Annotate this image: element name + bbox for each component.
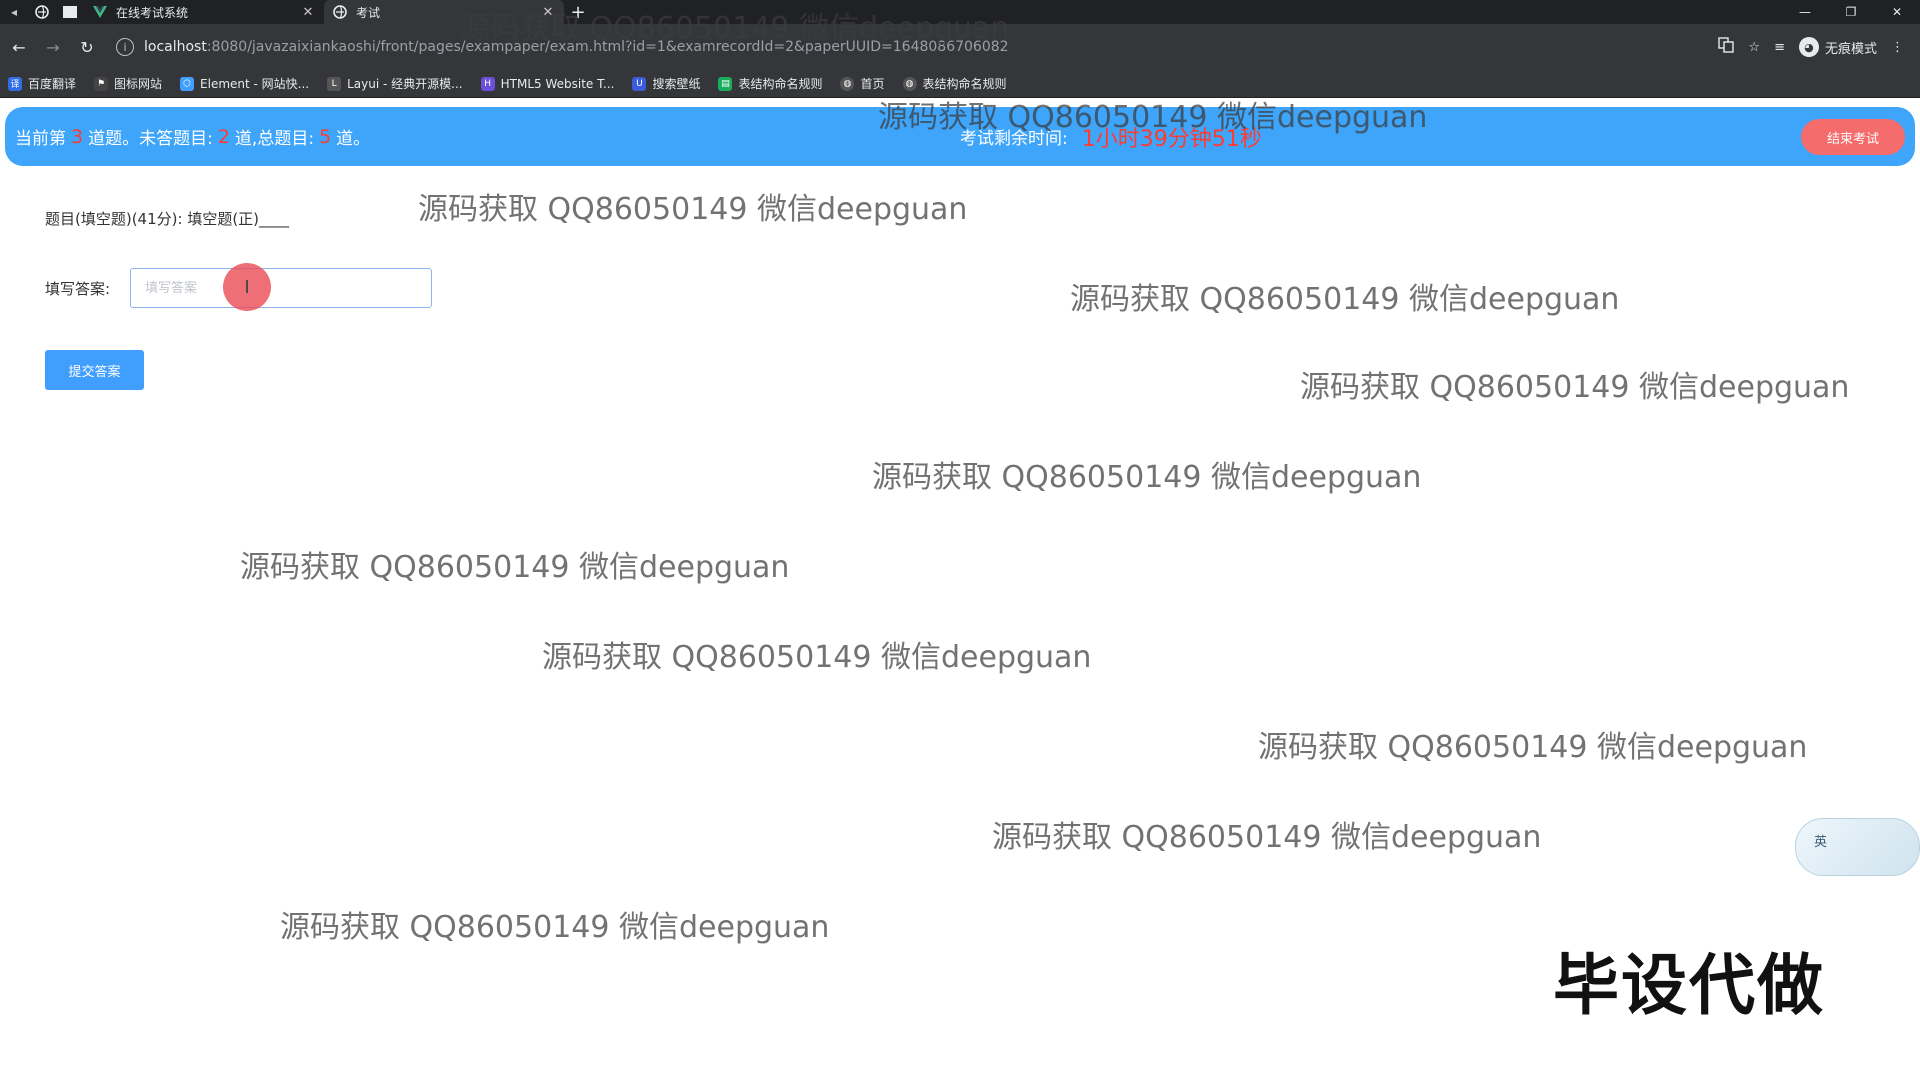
element-logo-icon: ⬡ [180,76,195,91]
submit-answer-button[interactable]: 提交答案 [45,350,144,390]
tab-audio-icon[interactable]: ◂ [0,0,28,24]
tab-label: 在线考试系统 [116,5,189,20]
watermark-text: 源码获取 QQ86050149 微信deepguan [240,550,790,585]
incognito-badge[interactable]: ◕ 无痕模式 [1798,37,1877,57]
watermark-text: 源码获取 QQ86050149 微信deepguan [460,11,1010,46]
close-window-icon[interactable]: ✕ [1874,0,1920,24]
watermark-text: 源码获取 QQ86050149 微信deepguan [1070,282,1620,317]
menu-kebab-icon[interactable]: ⋮ [1891,40,1904,55]
ime-floating-widget[interactable]: 英 [1795,818,1920,876]
cursor-highlight-icon: I [223,263,271,311]
layui-logo-icon: L [327,76,342,91]
back-button[interactable]: ← [4,32,34,62]
address-host: localhost [144,39,207,55]
unanswered-count: 2 [217,125,230,148]
bookmark-item[interactable]: L Layui - 经典开源模... [327,75,463,92]
watermark-text: 源码获取 QQ86050149 微信deepguan [418,192,968,227]
total-count: 5 [319,125,332,148]
answer-label: 填写答案: [45,279,111,298]
window-controls: — ❐ ✕ [1782,0,1920,24]
watermark-text: 源码获取 QQ86050149 微信deepguan [280,910,830,945]
watermark-text: 源码获取 QQ86050149 微信deepguan [878,100,1428,135]
sheet-icon: ▤ [718,76,733,91]
tab-window-icon[interactable] [56,0,84,24]
incognito-label: 无痕模式 [1824,41,1877,57]
question-title: 题目(填空题)(41分): 填空题(正)____ [45,210,290,228]
restore-icon[interactable]: ❐ [1828,0,1874,24]
flag-icon: ⚑ [94,76,109,91]
exam-progress: 当前第 3 道题。未答题目: 2 道,总题目: 5 道。 [15,124,371,150]
tab-online-exam[interactable]: 在线考试系统 ✕ [84,0,324,24]
bookmark-item[interactable]: ⚑ 图标网站 [94,75,162,92]
promo-stamp-text: 毕设代做 [1553,947,1825,1024]
site-info-icon[interactable]: i [116,38,134,56]
minimize-icon[interactable]: — [1782,0,1828,24]
reload-button[interactable]: ↻ [72,32,102,62]
bookmark-item[interactable]: H HTML5 Website T... [480,76,614,91]
progress-text-1: 道题。未答题目: [88,129,213,149]
watermark-text: 源码获取 QQ86050149 微信deepguan [1258,730,1808,765]
progress-text-2: 道,总题目: [234,129,315,149]
translate-icon[interactable] [1718,37,1735,57]
bookmark-item[interactable]: U 搜索壁纸 [632,75,700,92]
bookmark-item[interactable]: ⬡ Element - 网站快... [180,75,309,92]
globe-icon: ◍ [840,76,855,91]
bookmark-item[interactable]: ◍ 表结构命名规则 [902,75,1007,92]
watermark-text: 源码获取 QQ86050149 微信deepguan [1300,370,1850,405]
tab-search-icon[interactable] [28,0,56,24]
bookmark-item[interactable]: 译百度翻译 [8,75,76,92]
globe-icon [332,4,348,20]
progress-prefix: 当前第 [15,129,66,149]
watermark-text: 源码获取 QQ86050149 微信deepguan [872,460,1422,495]
current-question-number: 3 [71,125,84,148]
bookmark-star-icon[interactable]: ☆ [1748,40,1760,55]
bookmark-item[interactable]: ▤ 表结构命名规则 [718,75,822,92]
html5-template-icon: H [480,76,495,91]
progress-suffix: 道。 [336,129,371,149]
tab-close-icon[interactable]: ✕ [300,5,316,20]
ime-mode-label: 英 [1814,835,1828,850]
wallpaper-icon: U [632,76,647,91]
answer-input[interactable] [130,268,432,308]
end-exam-button[interactable]: 结束考试 [1801,119,1905,155]
watermark-text: 源码获取 QQ86050149 微信deepguan [992,820,1542,855]
vue-logo-icon [92,4,108,20]
bookmark-item[interactable]: ◍ 首页 [840,75,885,92]
watermark-text: 源码获取 QQ86050149 微信deepguan [542,640,1092,675]
reading-list-icon[interactable]: ≡ [1774,40,1785,55]
forward-button[interactable]: → [38,32,68,62]
baidu-translate-icon: 译 [8,76,22,91]
globe-icon: ◍ [902,76,917,91]
incognito-icon: ◕ [1798,37,1819,57]
